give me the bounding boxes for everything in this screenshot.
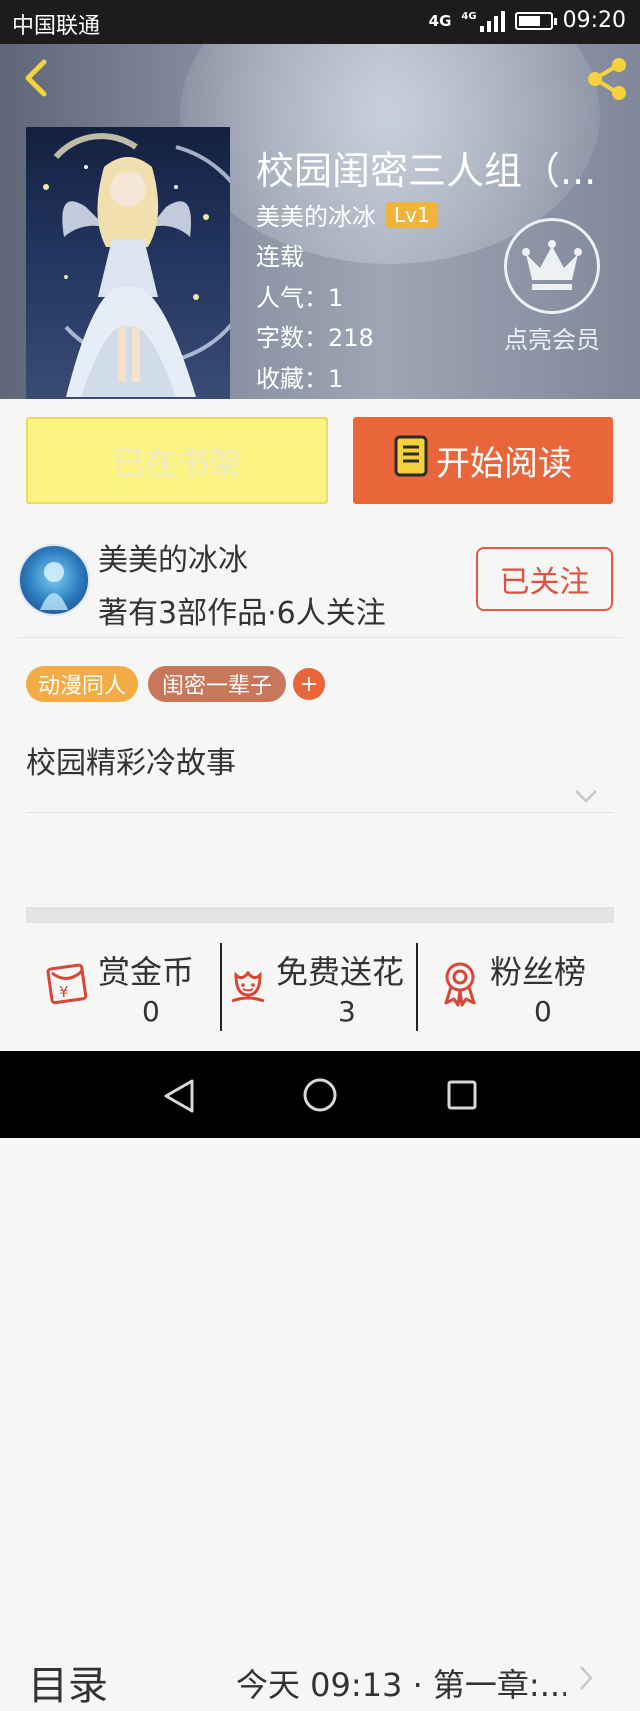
vip-label: 点亮会员 (504, 326, 600, 354)
add-tag-button[interactable]: + (293, 668, 325, 700)
toc-label: 目录 (28, 1663, 108, 1709)
svg-text:¥: ¥ (59, 983, 69, 1001)
red-envelope-icon: ¥ (42, 963, 90, 1011)
clock: 09:20 (562, 8, 626, 33)
table-of-contents-row[interactable]: 目录 今天 09:13 · 第一章:... (0, 815, 640, 1709)
nav-recents-icon[interactable] (446, 1079, 478, 1115)
medal-icon (440, 961, 480, 1011)
crown-icon (504, 218, 600, 314)
book-popularity: 人气：1 (256, 284, 344, 312)
chevron-down-icon[interactable] (574, 788, 598, 808)
author-level-badge: Lv1 (386, 201, 438, 228)
start-reading-label: 开始阅读 (436, 444, 572, 484)
book-cover[interactable] (26, 127, 230, 399)
latest-chapter: 今天 09:13 · 第一章:... (236, 1666, 566, 1704)
stat-name: 赏金币 (98, 953, 195, 991)
book-description: 校园精彩冷故事 (26, 746, 236, 781)
signal-icon: 4G (461, 10, 505, 32)
divider (26, 812, 614, 813)
status-icons: 4G 4G 09:20 (429, 8, 626, 33)
followed-label: 已关注 (499, 565, 590, 600)
stat-value: 0 (142, 995, 160, 1028)
in-bookshelf-button[interactable]: 已在书架 (26, 417, 328, 504)
nav-back-icon[interactable] (162, 1078, 196, 1118)
carrier-name: 中国联通 (12, 14, 101, 39)
network-type: 4G (428, 11, 452, 30)
author-stats: 著有3部作品·6人关注 (98, 596, 386, 631)
network-type-secondary: 4G (461, 10, 477, 22)
book-author-line: 美美的冰冰 Lv1 (256, 197, 438, 232)
battery-level (518, 15, 540, 26)
book-icon (394, 435, 428, 486)
book-title: 校园闺密三人组（... (256, 149, 597, 193)
stat-name: 粉丝榜 (490, 953, 587, 991)
followed-button[interactable]: 已关注 (476, 547, 613, 611)
free-flower-button[interactable]: 免费送花 3 (222, 943, 418, 1031)
in-bookshelf-label: 已在书架 (112, 443, 241, 482)
book-status: 连载 (256, 243, 304, 271)
book-favorites: 收藏：1 (256, 365, 344, 393)
avatar[interactable] (18, 544, 90, 616)
stat-value: 0 (534, 995, 552, 1028)
stat-value: 3 (338, 995, 356, 1028)
share-icon[interactable] (584, 56, 630, 102)
book-word-count: 字数：218 (256, 324, 374, 352)
fan-ranking-button[interactable]: 粉丝榜 0 (418, 943, 614, 1031)
start-reading-button[interactable]: 开始阅读 (353, 417, 613, 504)
status-bar: 中国联通 4G 4G 09:20 (0, 0, 640, 44)
tag-item[interactable]: 动漫同人 (26, 666, 138, 702)
reward-coins-button[interactable]: ¥ 赏金币 0 (26, 943, 222, 1031)
stat-name: 免费送花 (276, 953, 405, 991)
vip-membership-button[interactable]: 点亮会员 (494, 218, 610, 358)
divider (18, 637, 622, 638)
section-separator (26, 907, 614, 923)
flower-icon (228, 965, 268, 1011)
back-chevron-icon[interactable] (18, 58, 58, 98)
battery-icon (514, 11, 557, 30)
nav-home-icon[interactable] (302, 1077, 338, 1117)
author-name[interactable]: 美美的冰冰 (98, 535, 248, 579)
system-navigation-bar (0, 1051, 640, 1138)
chevron-right-icon (578, 1665, 594, 1695)
book-author[interactable]: 美美的冰冰 (256, 197, 376, 232)
tag-item[interactable]: 闺密一辈子 (148, 666, 286, 702)
